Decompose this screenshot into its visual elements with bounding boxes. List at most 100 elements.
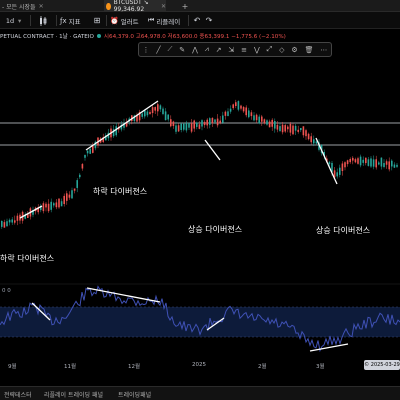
strategy-tester-tab[interactable]: 전략테스터 (4, 387, 32, 400)
time-axis-tick: 2월 (258, 364, 267, 370)
candle (16, 215, 19, 221)
candle (76, 180, 78, 188)
candle (235, 102, 237, 106)
candle (196, 122, 198, 127)
time-axis-tick: 9월 (8, 364, 17, 370)
candle (279, 126, 281, 132)
time-axis-tick: 3월 (316, 364, 325, 370)
oscillator-band (0, 307, 400, 337)
candle (393, 164, 396, 168)
candle (289, 123, 292, 133)
candle (8, 219, 11, 223)
candle (344, 162, 346, 168)
candle (341, 163, 344, 171)
candle (266, 120, 268, 125)
candle (365, 157, 367, 164)
candle (149, 111, 151, 115)
price-chart[interactable] (0, 0, 400, 400)
oscillator-label: 0 0 (2, 288, 11, 294)
candle (388, 161, 390, 170)
candle (372, 159, 375, 167)
candle (294, 125, 297, 131)
candle (248, 110, 250, 118)
candle (313, 139, 315, 144)
candle (209, 118, 211, 125)
candle (391, 160, 393, 167)
candle (185, 123, 188, 131)
candle (177, 125, 180, 132)
candle (380, 157, 383, 167)
candle (159, 105, 162, 110)
time-axis-tick: 12월 (128, 364, 141, 370)
replay-trading-panel-tab[interactable]: 리플레이 트레이딩 패널 (44, 387, 103, 400)
candle (183, 123, 185, 130)
candle (357, 158, 359, 164)
candle (229, 108, 232, 112)
bearish-divergence-label-2[interactable]: 하락 다이버젼스 (0, 253, 54, 264)
candle (47, 203, 50, 212)
candle (188, 122, 190, 128)
candle (339, 167, 341, 175)
candle (211, 117, 214, 124)
candle (237, 101, 240, 110)
candle (297, 129, 299, 132)
candle (281, 124, 284, 133)
candle (157, 104, 159, 112)
candle (336, 172, 338, 177)
candle (362, 159, 364, 163)
candle (201, 120, 203, 127)
candle (346, 160, 349, 165)
candle (227, 111, 229, 116)
candle (385, 161, 388, 165)
bearish-divergence-label[interactable]: 하락 다이버젼스 (93, 186, 147, 197)
candle (6, 221, 8, 227)
candle (180, 123, 182, 130)
oscillator-divergence-line-2[interactable] (86, 287, 161, 303)
time-axis-tick: 11월 (64, 364, 77, 370)
candle (146, 111, 149, 116)
candle (141, 113, 143, 117)
candle (219, 120, 221, 123)
candle (268, 121, 271, 128)
bullish-divergence-label-2[interactable]: 상승 다이버젼스 (316, 225, 370, 236)
candle (50, 201, 52, 210)
candle (250, 112, 253, 117)
candle (370, 158, 372, 167)
candle (79, 174, 81, 178)
candle (162, 108, 164, 115)
candle (89, 148, 91, 154)
candle (315, 141, 318, 144)
candle (216, 118, 219, 126)
candle (307, 133, 310, 140)
candle (383, 163, 385, 167)
candle (359, 156, 362, 166)
candle (224, 111, 227, 116)
candle (175, 125, 177, 132)
candle (302, 126, 305, 136)
candle (190, 123, 193, 132)
bullish-divergence-label[interactable]: 상승 다이버젼스 (188, 224, 242, 235)
candles-group (1, 99, 398, 229)
candle (310, 136, 312, 143)
candle (203, 121, 206, 126)
candle (84, 154, 86, 158)
candle (172, 121, 175, 127)
candle (11, 219, 13, 223)
candle (164, 111, 167, 121)
candle (151, 107, 154, 114)
candle (245, 107, 247, 116)
trading-panel-tab[interactable]: 트레이딩패널 (118, 387, 151, 400)
candle (300, 128, 302, 131)
candle (81, 164, 84, 169)
candle (73, 188, 76, 191)
candle (328, 162, 331, 165)
bearish-divergence-price-line[interactable] (85, 100, 159, 151)
current-date-badge: © 2025-03-29 (364, 360, 400, 370)
candle (232, 104, 234, 109)
bearish-divergence-price-line-2[interactable] (204, 139, 221, 161)
candle (170, 119, 172, 127)
candle (63, 195, 65, 205)
candle (396, 164, 398, 167)
candle (261, 116, 263, 122)
candle (274, 120, 276, 129)
